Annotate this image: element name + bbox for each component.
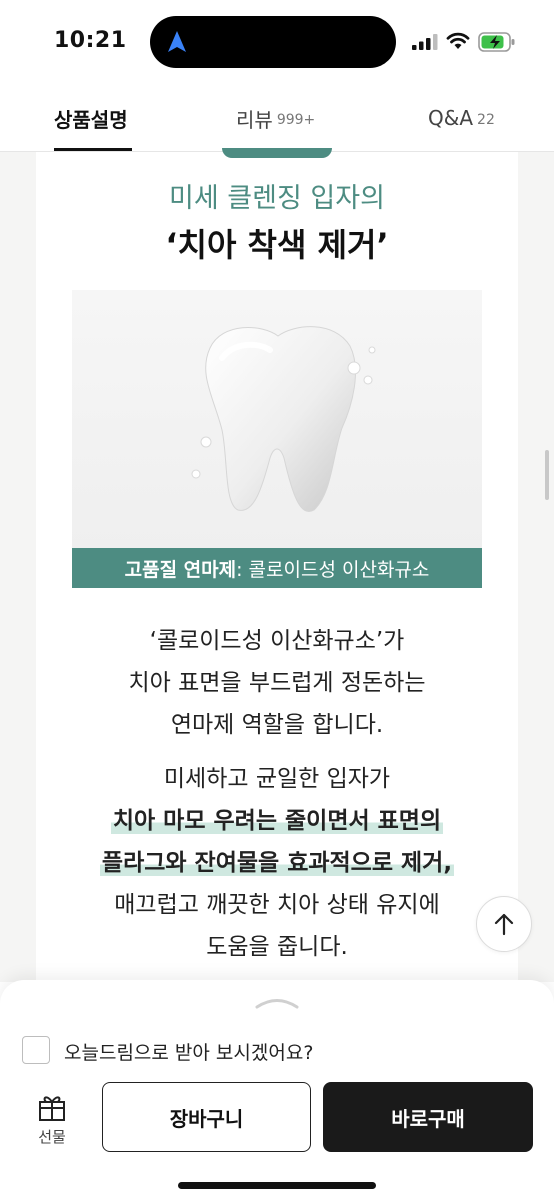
section-pill	[222, 148, 332, 158]
text-line: ‘콜로이드성 이산화규소’가	[149, 628, 405, 654]
product-tabs: 상품설명 리뷰 999+ Q&A 22	[0, 84, 554, 152]
description-paragraph-1: ‘콜로이드성 이산화규소’가 치아 표면을 부드럽게 정돈하는 연마제 역할을 …	[0, 620, 554, 746]
chevron-up-icon[interactable]	[254, 996, 300, 1010]
tab-label: 상품설명	[54, 107, 128, 132]
tab-label: Q&A	[428, 106, 474, 130]
text-line: 치아 표면을 부드럽게 정돈하는	[128, 670, 426, 696]
gift-icon	[39, 1096, 65, 1121]
description-paragraph-2: 미세하고 균일한 입자가 치아 마모 우려는 줄이면서 표면의 플라그와 잔여물…	[0, 758, 554, 968]
buy-now-button[interactable]: 바로구매	[323, 1082, 533, 1152]
highlighted-text: 치아 마모 우려는 줄이면서 표면의	[110, 808, 444, 834]
today-delivery-checkbox[interactable]	[22, 1036, 50, 1064]
text-line: 도움을 줍니다.	[206, 934, 348, 960]
arrow-up-icon	[494, 913, 514, 936]
tooth-illustration	[191, 326, 376, 512]
section-subtitle: 미세 클렌징 입자의	[169, 183, 385, 214]
scrollbar[interactable]	[545, 450, 549, 500]
band-title: 고품질 연마제	[124, 558, 237, 581]
battery-charging-icon	[478, 32, 515, 52]
scroll-to-top-button[interactable]	[476, 896, 532, 952]
tab-review-count: 999+	[276, 111, 316, 128]
tab-product-description[interactable]: 상품설명	[54, 84, 128, 152]
status-time: 10:21	[54, 28, 127, 53]
tab-qna-count: 22	[477, 111, 495, 128]
gift-label: 선물	[38, 1128, 66, 1146]
status-bar: 10:21	[0, 0, 554, 84]
text-line: 연마제 역할을 합니다.	[170, 712, 384, 738]
abrasive-info-band: 고품질 연마제 : 콜로이드성 이산화규소	[72, 548, 482, 588]
text-line: 미세하고 균일한 입자가	[163, 766, 391, 792]
gift-button[interactable]: 선물	[24, 1092, 80, 1156]
tooth-image	[72, 290, 482, 550]
band-description: : 콜로이드성 이산화규소	[236, 558, 430, 581]
section-headline: ‘치아 착색 제거’	[165, 226, 389, 264]
home-indicator	[178, 1182, 376, 1189]
wifi-icon	[446, 32, 470, 49]
active-tab-indicator	[54, 148, 132, 151]
add-to-cart-button[interactable]: 장바구니	[102, 1082, 311, 1152]
navigation-arrow-icon	[168, 31, 186, 52]
purchase-bottom-sheet: 오늘드림으로 받아 보시겠어요? 선물 장바구니 바로구매	[0, 980, 554, 1200]
today-delivery-label: 오늘드림으로 받아 보시겠어요?	[64, 1042, 314, 1064]
text-line: 매끄럽고 깨끗한 치아 상태 유지에	[114, 892, 440, 918]
cellular-signal-icon	[412, 34, 438, 50]
tab-qna[interactable]: Q&A 22	[428, 84, 495, 152]
tab-reviews[interactable]: 리뷰 999+	[236, 84, 315, 152]
highlighted-text: 플라그와 잔여물을 효과적으로 제거,	[99, 850, 455, 876]
tab-label: 리뷰	[236, 107, 273, 132]
